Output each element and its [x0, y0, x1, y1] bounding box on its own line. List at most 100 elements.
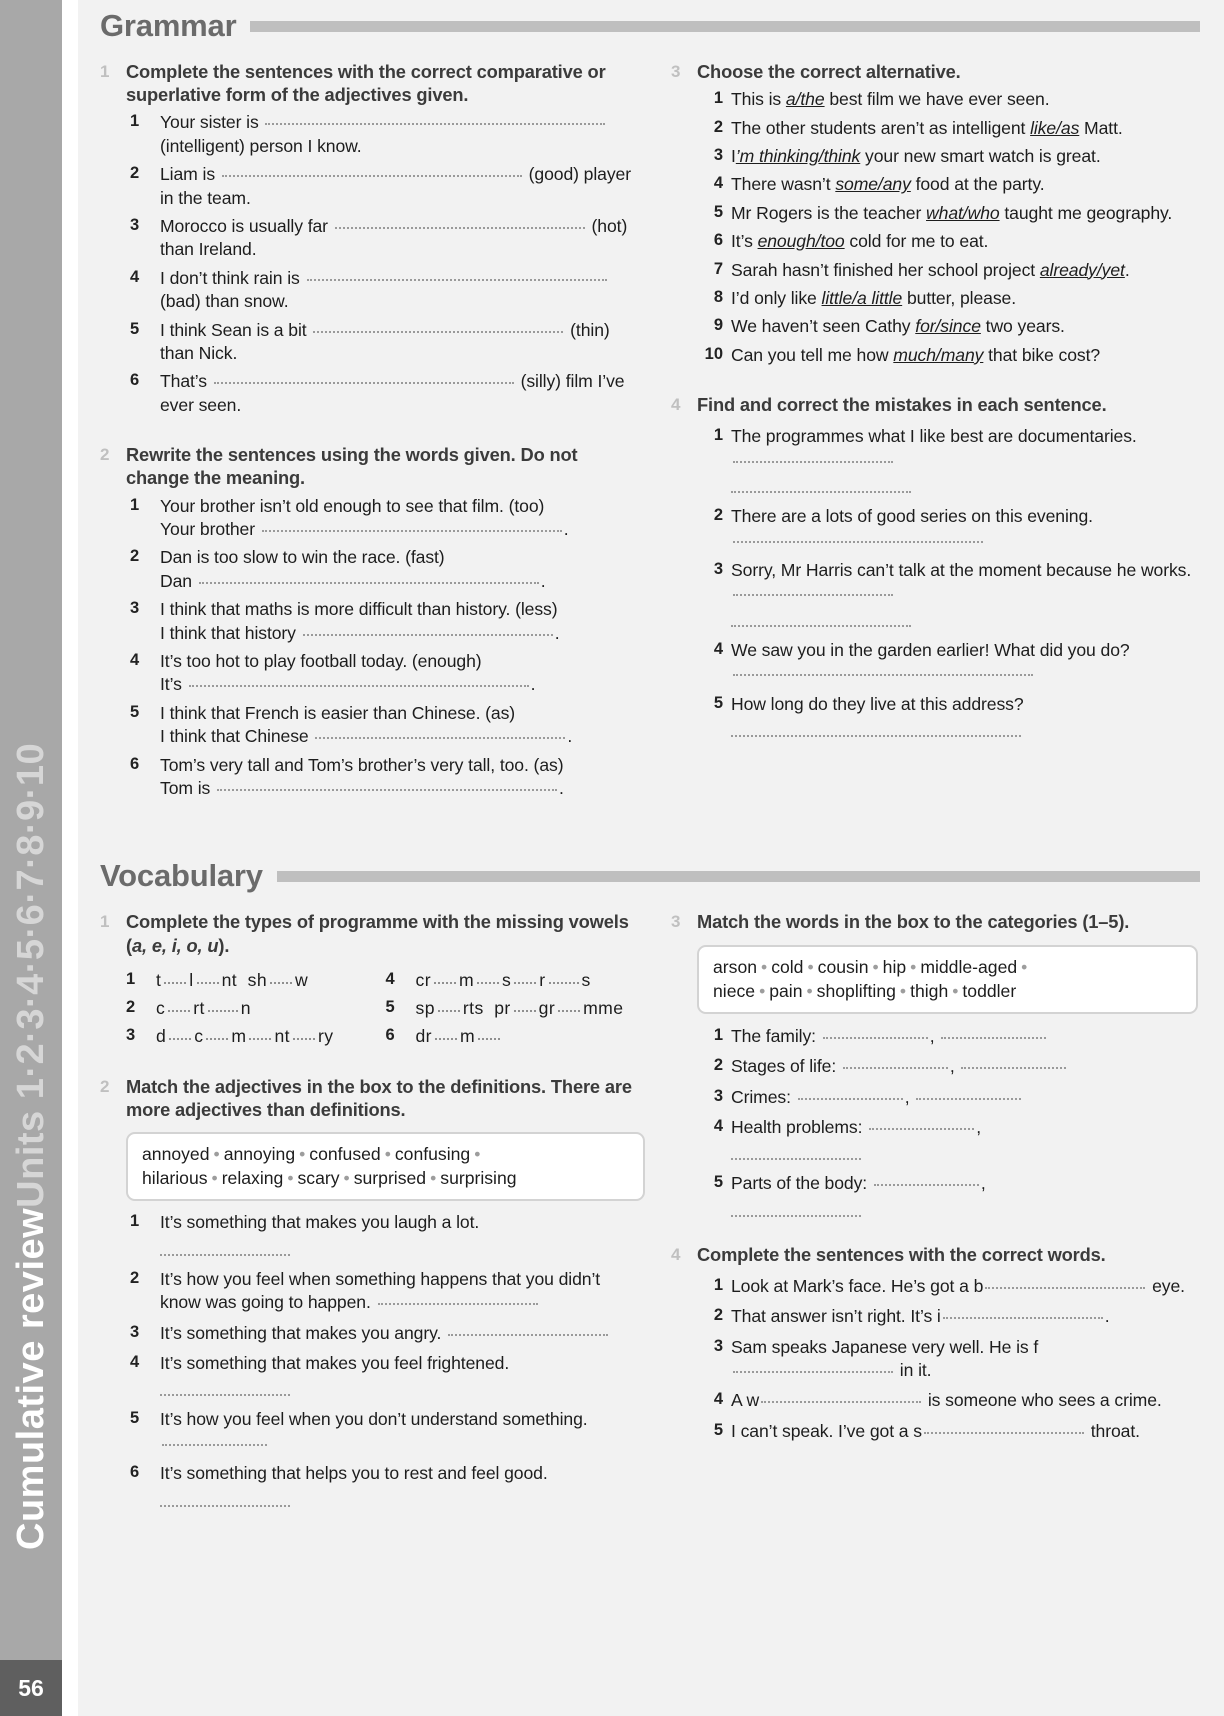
answer-blank[interactable]	[942, 1308, 1103, 1320]
answer-blank[interactable]	[731, 1204, 861, 1217]
answer-blank[interactable]	[731, 480, 911, 494]
item-text: I’d only like little/a little butter, pl…	[731, 287, 1016, 308]
answer-blank[interactable]	[869, 1119, 975, 1130]
letter-gap[interactable]	[164, 974, 187, 984]
word-item[interactable]: annoyed	[142, 1144, 210, 1164]
letter-gap[interactable]	[437, 1002, 460, 1012]
alternative-choice[interactable]: for/since	[915, 316, 981, 336]
letter-gap[interactable]	[249, 1030, 272, 1040]
letter-gap[interactable]	[207, 1002, 238, 1012]
letter-gap[interactable]	[513, 1002, 536, 1012]
alternative-choice[interactable]: enough/too	[758, 231, 845, 251]
alternative-choice[interactable]: already/yet	[1040, 260, 1125, 280]
answer-blank[interactable]	[160, 1494, 290, 1507]
answer-blank[interactable]	[923, 1423, 1084, 1434]
letter-gap[interactable]	[169, 1030, 192, 1040]
answer-blank[interactable]	[188, 676, 529, 688]
answer-blank[interactable]	[733, 452, 893, 463]
letter-gap[interactable]	[478, 1030, 501, 1040]
answer-blank[interactable]	[315, 728, 566, 740]
answer-blank[interactable]	[941, 1028, 1047, 1039]
alternative-choice[interactable]: a/the	[786, 89, 825, 109]
answer-blank[interactable]	[961, 1058, 1067, 1070]
word-item[interactable]: middle-aged	[920, 957, 1017, 977]
word-item[interactable]: confused	[309, 1144, 380, 1164]
list-item: 4 It’s too hot to play football today. (…	[126, 650, 645, 697]
answer-blank[interactable]	[797, 1089, 903, 1100]
item-text: It’s too hot to play football today. (en…	[160, 650, 536, 695]
letter-gap[interactable]	[433, 974, 456, 984]
letter-gap[interactable]	[270, 974, 293, 984]
answer-blank[interactable]	[221, 166, 522, 178]
item-text: Your sister is (intelligent) person I kn…	[160, 111, 645, 158]
letter-gap[interactable]	[434, 1030, 457, 1040]
word-item[interactable]: cousin	[818, 957, 869, 977]
answer-blank[interactable]	[334, 218, 585, 230]
word-item[interactable]: scary	[298, 1168, 340, 1188]
answer-blank[interactable]	[822, 1028, 928, 1039]
answer-blank[interactable]	[198, 573, 539, 584]
alternative-choice[interactable]: like/as	[1030, 118, 1079, 138]
exercise-number: 2	[100, 1076, 110, 1096]
word-item[interactable]: hilarious	[142, 1168, 208, 1188]
side-tab-units: Units 1·2·3·4·5·6·7·8·9·10	[9, 742, 52, 1208]
list-item: 3 d c m nt ry	[126, 1026, 386, 1047]
alternative-choice[interactable]: what/who	[926, 203, 1000, 223]
letter-gap[interactable]	[558, 1002, 581, 1012]
answer-blank[interactable]	[761, 1392, 922, 1404]
answer-blank[interactable]	[731, 1147, 861, 1161]
answer-blank[interactable]	[733, 532, 983, 543]
answer-blank[interactable]	[448, 1325, 609, 1336]
answer-blank[interactable]	[916, 1089, 1022, 1100]
grammar-columns: 1 Complete the sentences with the correc…	[100, 44, 1200, 800]
item-text: The programmes what I like best are docu…	[731, 425, 1198, 494]
answer-blank[interactable]	[261, 521, 562, 533]
item-number: 1	[130, 1212, 140, 1231]
answer-blank[interactable]	[313, 322, 564, 333]
word-item[interactable]: shoplifting	[817, 981, 896, 1001]
word-item[interactable]: hip	[883, 957, 906, 977]
answer-blank[interactable]	[302, 625, 553, 636]
word-item[interactable]: annoying	[224, 1144, 295, 1164]
word-item[interactable]: arson	[713, 957, 757, 977]
answer-blank[interactable]	[265, 114, 606, 126]
word-item[interactable]: confusing	[395, 1144, 470, 1164]
item-number: 5	[713, 693, 723, 712]
letter-gap[interactable]	[548, 974, 579, 984]
word-item[interactable]: toddler	[962, 981, 1016, 1001]
letter-gap[interactable]	[292, 1030, 315, 1040]
answer-blank[interactable]	[733, 665, 1033, 677]
letter-gap[interactable]	[477, 974, 500, 984]
word-item[interactable]: relaxing	[222, 1168, 284, 1188]
answer-blank[interactable]	[160, 1243, 290, 1256]
answer-blank[interactable]	[306, 270, 607, 281]
answer-blank[interactable]	[731, 614, 911, 627]
item-number: 1	[130, 495, 140, 514]
word-item[interactable]: thigh	[910, 981, 948, 1001]
answer-blank[interactable]	[217, 780, 558, 791]
answer-blank[interactable]	[985, 1278, 1146, 1289]
section-title-grammar: Grammar	[100, 8, 237, 43]
letter-gap[interactable]	[206, 1030, 229, 1040]
answer-blank[interactable]	[160, 1383, 290, 1397]
answer-blank[interactable]	[162, 1435, 267, 1446]
word-item[interactable]: surprised	[354, 1168, 426, 1188]
alternative-choice[interactable]: much/many	[893, 345, 983, 365]
answer-blank[interactable]	[213, 373, 514, 385]
word-item[interactable]: pain	[769, 981, 802, 1001]
word-item[interactable]: surprising	[440, 1168, 516, 1188]
alternative-choice[interactable]: little/a little	[822, 288, 903, 308]
word-item[interactable]: niece	[713, 981, 755, 1001]
answer-blank[interactable]	[733, 1362, 893, 1374]
answer-blank[interactable]	[873, 1175, 979, 1187]
answer-blank[interactable]	[377, 1294, 538, 1306]
answer-blank[interactable]	[731, 724, 1021, 737]
answer-blank[interactable]	[842, 1058, 948, 1070]
answer-blank[interactable]	[733, 585, 893, 597]
alternative-choice[interactable]: ’m thinking/think	[736, 146, 861, 166]
letter-gap[interactable]	[196, 974, 219, 984]
word-item[interactable]: cold	[771, 957, 803, 977]
alternative-choice[interactable]: some/any	[835, 174, 911, 194]
letter-gap[interactable]	[168, 1002, 191, 1012]
letter-gap[interactable]	[514, 974, 537, 984]
